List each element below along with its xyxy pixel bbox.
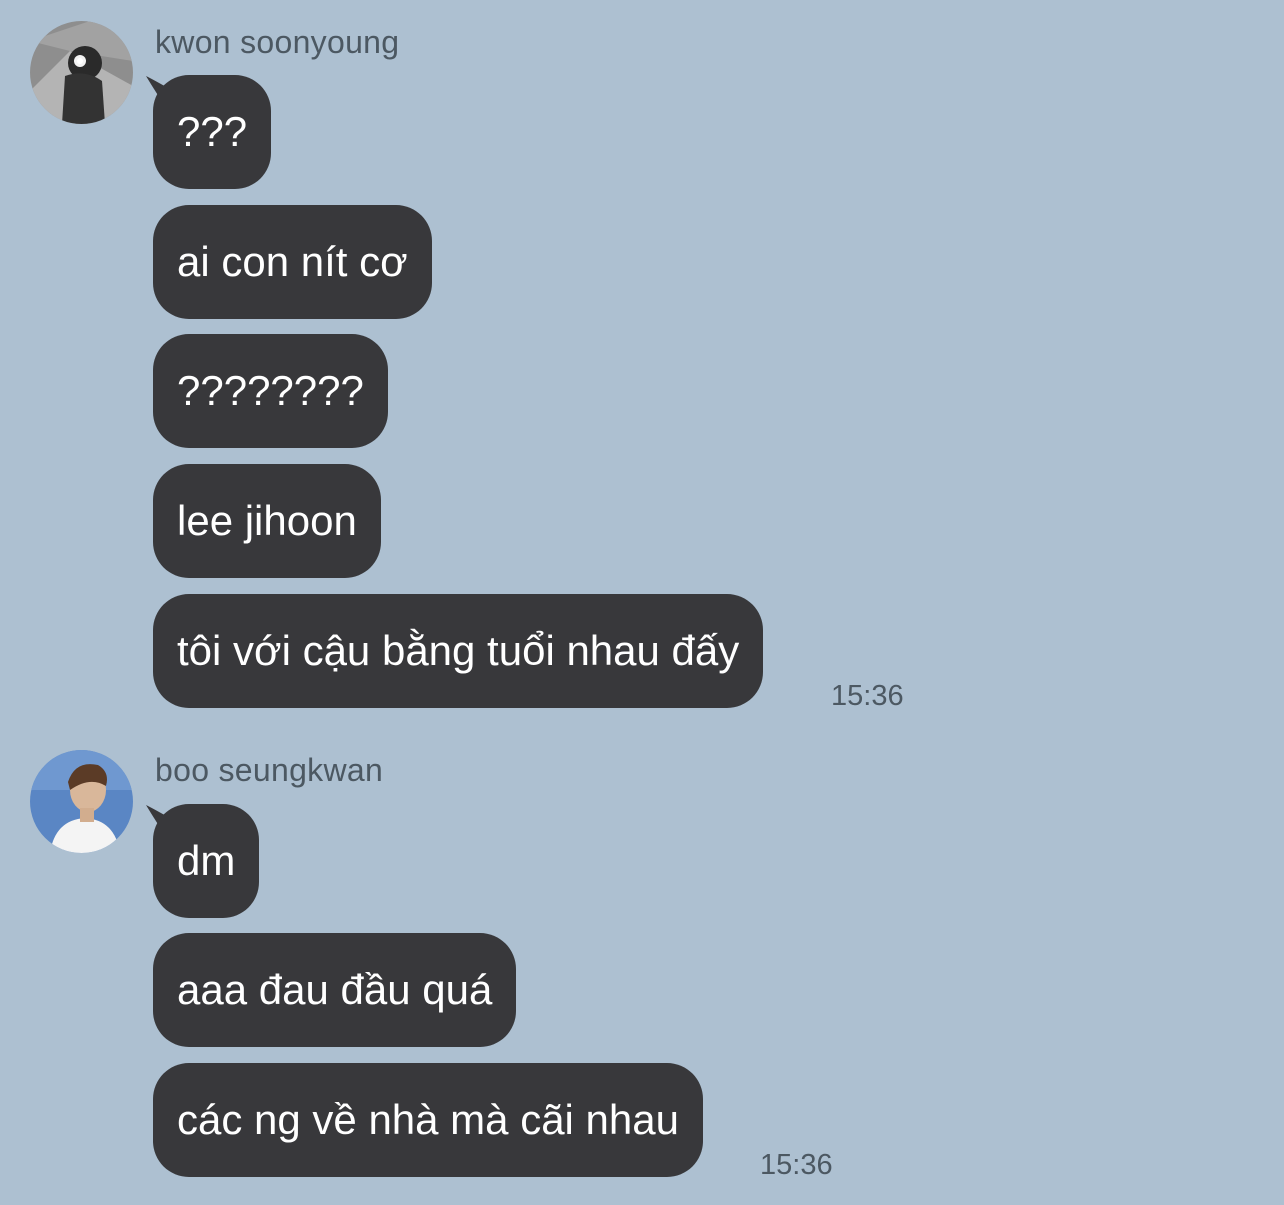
avatar[interactable] bbox=[30, 750, 133, 853]
message-group: boo seungkwan dm aaa đau đầu quá các ng … bbox=[0, 0, 1284, 1205]
message-bubble[interactable]: aaa đau đầu quá bbox=[153, 933, 517, 1047]
profile-photo-icon bbox=[30, 750, 133, 853]
message-bubble[interactable]: các ng về nhà mà cãi nhau bbox=[153, 1063, 703, 1177]
sender-name: boo seungkwan bbox=[155, 752, 384, 788]
message-bubble[interactable]: dm bbox=[153, 804, 260, 918]
message-timestamp: 15:36 bbox=[760, 1149, 833, 1181]
